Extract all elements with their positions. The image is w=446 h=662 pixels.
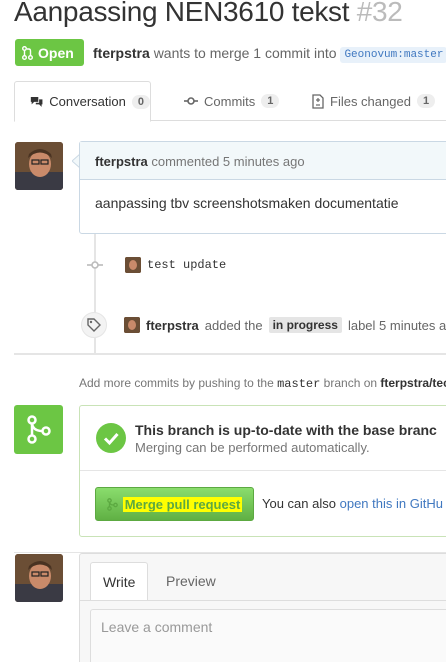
merge-box: This branch is up-to-date with the base … — [79, 405, 446, 537]
merge-status: This branch is up-to-date with the base … — [80, 406, 446, 471]
base-branch[interactable]: Geonovum:master — [340, 47, 446, 63]
commit-author-avatar[interactable] — [125, 257, 141, 273]
pull-request-icon — [22, 45, 33, 60]
avatar[interactable] — [15, 142, 63, 190]
hint-middle: branch on — [323, 376, 378, 390]
pr-meta: fterpstra wants to merge 1 commit into G… — [93, 45, 446, 63]
label-in-progress[interactable]: in progress — [268, 317, 342, 333]
pr-title: Aanpassing NEN3610 tekst #32 — [14, 0, 403, 28]
open-in-desktop-link[interactable]: open this in GitHu — [340, 496, 443, 511]
commit-event: test update — [87, 257, 226, 273]
new-comment-form: Write Preview Leave a comment — [79, 553, 446, 662]
merge-status-icon — [14, 405, 63, 454]
tab-write[interactable]: Write — [90, 562, 149, 601]
hint-prefix: Add more commits by pushing to the — [79, 376, 274, 390]
label-suffix: label 5 minutes ago — [347, 317, 446, 333]
pr-author-link[interactable]: fterpstra — [93, 45, 150, 61]
git-merge-icon — [106, 497, 118, 511]
form-tab-divider — [80, 600, 446, 601]
check-circle — [96, 423, 126, 453]
comment-timestamp: commented 5 minutes ago — [151, 154, 305, 169]
comment-author[interactable]: fterpstra — [95, 154, 148, 169]
tag-icon — [87, 318, 101, 332]
merge-status-subtitle: Merging can be performed automatically. — [135, 440, 370, 455]
label-actor[interactable]: fterpstra — [146, 318, 199, 333]
tab-files-changed-count: 1 — [416, 94, 436, 108]
comment-body: aanpassing tbv screenshotsmaken document… — [95, 195, 399, 211]
tab-files-changed[interactable]: Files changed 1 — [312, 81, 436, 121]
file-diff-icon — [312, 93, 324, 109]
tab-files-changed-label: Files changed — [330, 93, 411, 109]
tab-commits-count: 1 — [261, 94, 280, 108]
also-prefix: You can also — [262, 496, 336, 511]
merge-pull-request-button[interactable]: Merge pull request — [95, 487, 254, 521]
tab-conversation[interactable]: Conversation 0 — [14, 81, 151, 122]
check-icon — [103, 433, 119, 446]
avatar[interactable] — [15, 554, 63, 602]
comment-box: fterpstra commented 5 minutes ago aanpas… — [79, 141, 446, 234]
comment-placeholder: Leave a comment — [101, 619, 213, 635]
merge-alternative: You can also open this in GitHu — [262, 496, 443, 511]
commit-icon — [87, 261, 103, 269]
avatar-image — [15, 142, 63, 190]
commit-icon — [184, 97, 198, 105]
tab-conversation-label: Conversation — [49, 94, 126, 109]
comment-textarea[interactable]: Leave a comment — [90, 609, 446, 662]
pr-merge-text: wants to merge 1 commit into — [153, 45, 337, 61]
label-actor-avatar[interactable] — [124, 317, 140, 333]
push-hint: Add more commits by pushing to the maste… — [79, 376, 446, 391]
tab-conversation-count: 0 — [131, 94, 150, 109]
label-event: fterpstra added the in progress label 5 … — [81, 312, 446, 338]
avatar-image — [124, 317, 140, 333]
avatar-image — [125, 257, 141, 273]
pr-title-text: Aanpassing NEN3610 tekst — [14, 0, 350, 27]
label-action: added the — [204, 317, 263, 333]
git-merge-icon — [27, 415, 51, 444]
merge-button-label: Merge pull request — [122, 496, 243, 512]
comment-discussion-icon — [30, 96, 43, 107]
merge-status-title: This branch is up-to-date with the base … — [135, 422, 437, 438]
commit-message[interactable]: test update — [147, 258, 226, 272]
tab-commits-label: Commits — [204, 93, 256, 109]
state-badge: Open — [15, 39, 84, 66]
state-label: Open — [38, 44, 74, 61]
hint-branch: master — [277, 377, 321, 391]
tag-icon-wrap — [81, 312, 107, 338]
pr-number: #32 — [356, 0, 403, 27]
pr-tabs: Conversation 0 Commits 1 Files changed 1 — [14, 81, 446, 122]
tab-preview[interactable]: Preview — [154, 562, 228, 600]
avatar-image — [15, 554, 63, 602]
hint-repo[interactable]: fterpstra/tec — [380, 376, 446, 390]
tab-commits[interactable]: Commits 1 — [184, 81, 280, 121]
comment-header: fterpstra commented 5 minutes ago — [80, 142, 446, 180]
timeline-separator — [14, 353, 446, 355]
